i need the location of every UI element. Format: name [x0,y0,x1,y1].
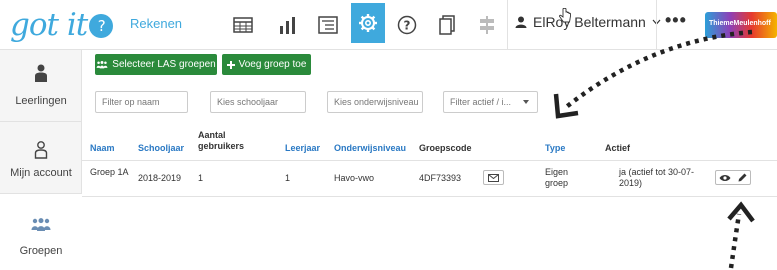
dotted-arrow-icon [563,29,753,110]
dotted-arrow-icon [728,213,742,269]
arrow-head-icon [727,201,755,223]
annotation-arrows [553,29,755,269]
